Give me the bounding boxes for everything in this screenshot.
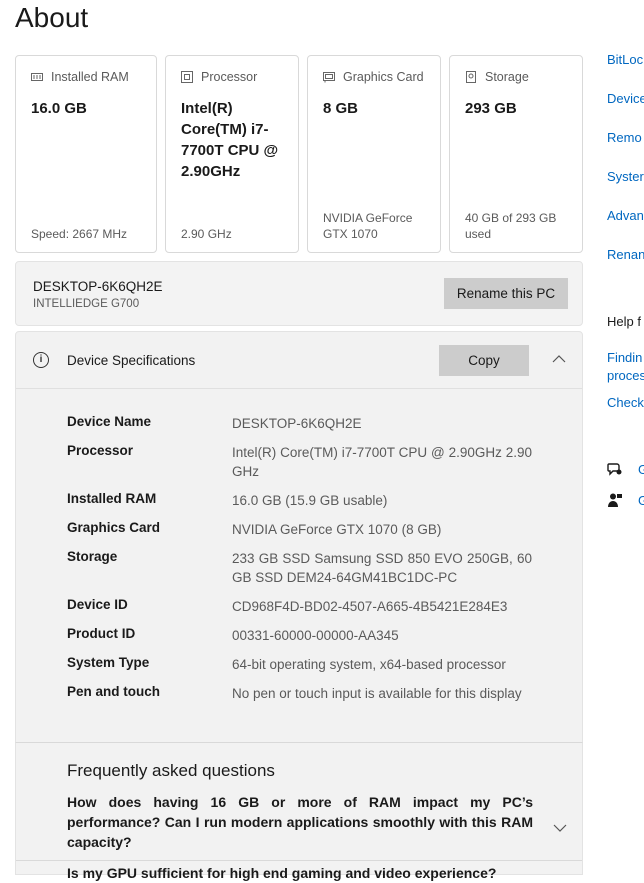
device-specifications-header[interactable]: i Device Specifications Copy <box>16 332 582 389</box>
spec-key: Pen and touch <box>67 684 161 699</box>
pc-name: DESKTOP-6K6QH2E <box>33 279 163 294</box>
card-footer: NVIDIA GeForce GTX 1070 <box>323 211 413 241</box>
chevron-up-icon[interactable] <box>552 352 566 366</box>
page-title: About <box>15 2 89 33</box>
device-specifications-title: Device Specifications <box>67 353 196 368</box>
spec-key: Device Name <box>67 414 152 429</box>
spec-value: DESKTOP-6K6QH2E <box>232 416 362 431</box>
help-link-finding[interactable]: Findin <box>607 350 644 365</box>
spec-key: Installed RAM <box>67 491 157 506</box>
help-link-check[interactable]: Check <box>607 395 644 410</box>
chevron-down-icon[interactable] <box>553 821 567 835</box>
faq-title: Frequently asked questions <box>67 761 275 780</box>
spec-value: 233 GB SSD Samsung SSD 850 EVO 250GB, 60… <box>232 551 532 585</box>
spec-key: Graphics Card <box>67 520 161 535</box>
card-label: Storage <box>485 70 529 84</box>
copy-button[interactable]: Copy <box>439 345 529 376</box>
spec-value: CD968F4D-BD02-4507-A665-4B5421E284E3 <box>232 599 508 614</box>
give-feedback-link[interactable]: G <box>638 493 644 508</box>
related-link-bitlocker[interactable]: BitLoc <box>607 52 644 67</box>
spec-value: NVIDIA GeForce GTX 1070 (8 GB) <box>232 522 442 537</box>
spec-key: System Type <box>67 655 150 670</box>
related-link-remote-desktop[interactable]: Remo <box>607 130 644 145</box>
card-graphics: Graphics Card 8 GB NVIDIA GeForce GTX 10… <box>307 55 441 253</box>
get-help-icon[interactable] <box>607 461 623 477</box>
spec-key: Product ID <box>67 626 136 641</box>
get-help-link[interactable]: G <box>638 462 644 477</box>
info-icon: i <box>33 352 49 368</box>
card-footer: 40 GB of 293 GB used <box>465 211 557 241</box>
card-value: 293 GB <box>465 100 517 117</box>
help-heading: Help f <box>607 314 641 329</box>
card-value: 16.0 GB <box>31 100 87 117</box>
processor-icon <box>181 71 193 83</box>
card-label: Graphics Card <box>343 70 424 84</box>
related-link-advanced-settings[interactable]: Advan <box>607 208 644 223</box>
card-label: Installed RAM <box>51 70 129 84</box>
spec-key: Storage <box>67 549 118 564</box>
device-specifications-panel: i Device Specifications Copy Device Name… <box>15 331 583 743</box>
spec-value: 16.0 GB (15.9 GB usable) <box>232 493 388 508</box>
faq-panel: Frequently asked questions How does havi… <box>15 742 583 881</box>
card-footer: Speed: 2667 MHz <box>31 227 128 241</box>
card-value: 8 GB <box>323 100 359 117</box>
help-link-processor[interactable]: proces <box>607 368 644 383</box>
spec-value: Intel(R) Core(TM) i7-7700T CPU @ 2.90GHz… <box>232 445 532 479</box>
spec-value: No pen or touch input is available for t… <box>232 686 522 701</box>
related-link-rename[interactable]: Renan <box>607 247 644 262</box>
spec-value: 00331-60000-00000-AA345 <box>232 628 399 643</box>
related-link-system-protection[interactable]: Syster <box>607 169 644 184</box>
related-link-device-manager[interactable]: Device <box>607 91 644 106</box>
rename-pc-button[interactable]: Rename this PC <box>444 278 568 309</box>
ram-icon <box>31 73 43 81</box>
graphics-card-icon <box>323 72 335 83</box>
card-label: Processor <box>201 70 258 84</box>
spec-key: Processor <box>67 443 134 458</box>
card-footer: 2.90 GHz <box>181 227 232 241</box>
card-value: Intel(R) Core(TM) i7-7700T CPU @ 2.90GHz <box>181 100 279 180</box>
card-processor: Processor Intel(R) Core(TM) i7-7700T CPU… <box>165 55 299 253</box>
card-installed-ram: Installed RAM 16.0 GB Speed: 2667 MHz <box>15 55 157 253</box>
pc-model: INTELLIEDGE G700 <box>33 298 140 310</box>
spec-value: 64-bit operating system, x64-based proce… <box>232 657 506 672</box>
card-storage: Storage 293 GB 40 GB of 293 GB used <box>449 55 583 253</box>
pc-name-bar: DESKTOP-6K6QH2E INTELLIEDGE G700 Rename … <box>15 261 583 326</box>
faq-question[interactable]: Is my GPU sufficient for high end gaming… <box>67 863 533 883</box>
divider <box>16 860 582 861</box>
feedback-person-icon[interactable] <box>607 492 623 508</box>
storage-icon <box>466 71 476 83</box>
faq-question[interactable]: How does having 16 GB or more of RAM imp… <box>67 792 533 852</box>
spec-key: Device ID <box>67 597 128 612</box>
